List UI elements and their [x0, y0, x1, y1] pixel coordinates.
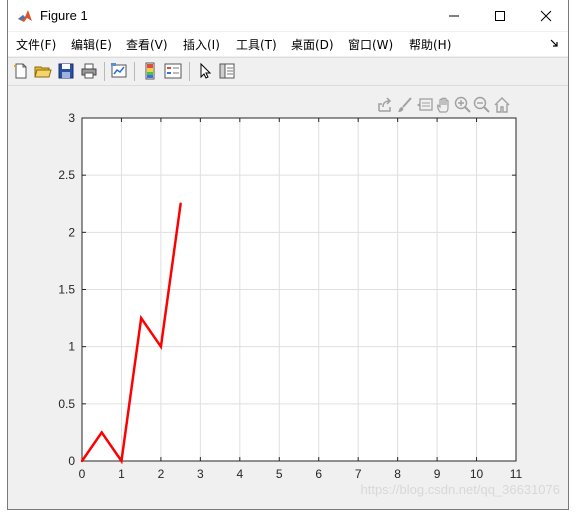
x-tick-label: 4	[236, 467, 243, 481]
maximize-button[interactable]	[477, 0, 523, 31]
data-point[interactable]	[159, 345, 163, 348]
x-tick-label: 6	[315, 467, 322, 481]
menu-desktop[interactable]: 桌面(D)	[291, 36, 334, 53]
x-tick-label: 7	[355, 467, 362, 481]
close-button[interactable]	[523, 0, 569, 31]
data-point[interactable]	[139, 316, 143, 320]
close-icon	[540, 10, 552, 21]
open-file-icon[interactable]	[34, 62, 52, 80]
x-tick-label: 5	[276, 467, 283, 481]
maximize-icon	[495, 10, 505, 21]
x-tick-label: 1	[118, 467, 125, 481]
data-point[interactable]	[80, 459, 84, 463]
title-bar[interactable]: Figure 1	[8, 0, 568, 31]
toolbar-separator	[104, 62, 105, 81]
edit-plot-icon[interactable]	[196, 62, 214, 80]
y-tick-label: 0	[68, 454, 75, 468]
property-inspector-icon[interactable]	[218, 62, 236, 80]
y-tick-label: 1.5	[58, 283, 75, 297]
menu-edit[interactable]: 编辑(E)	[71, 36, 112, 53]
x-tick-label: 9	[434, 467, 441, 481]
menu-help[interactable]: 帮助(H)	[409, 36, 451, 53]
watermark-text: https://blog.csdn.net/qq_36631076	[360, 482, 561, 497]
line-chart[interactable]: 0 1 2 3 4 5 6 7 8 9 10 11 0 0.5 1 1.5 2 2.5 3	[8, 85, 568, 509]
window-title: Figure 1	[40, 8, 88, 23]
matlab-logo-icon	[17, 8, 33, 24]
x-tick-label: 3	[197, 467, 204, 481]
toolbar-separator	[134, 62, 135, 81]
menu-tools[interactable]: 工具(T)	[236, 36, 277, 53]
menu-view[interactable]: 查看(V)	[126, 36, 168, 53]
minimize-button[interactable]	[431, 0, 477, 31]
data-point[interactable]	[179, 202, 182, 205]
y-tick-label: 1	[68, 340, 75, 354]
menu-bar: 文件(F) 编辑(E) 查看(V) 插入(I) 工具(T) 桌面(D) 窗口(W…	[8, 32, 568, 56]
x-tick-label: 11	[510, 467, 523, 481]
x-tick-label: 2	[158, 467, 165, 481]
minimize-icon	[449, 15, 459, 16]
insert-colorbar-icon[interactable]	[141, 62, 159, 80]
insert-legend-icon[interactable]	[164, 62, 182, 80]
link-plot-icon[interactable]	[110, 62, 128, 80]
figure-window: Figure 1 文件(F) 编辑(E) 查看(V) 插入(I) 工具(T) 桌…	[7, 0, 569, 510]
new-figure-icon[interactable]	[12, 62, 30, 80]
y-tick-label: 0.5	[58, 397, 75, 411]
menu-file[interactable]: 文件(F)	[16, 36, 56, 53]
y-tick-label: 2.5	[58, 168, 75, 182]
x-tick-label: 8	[394, 467, 401, 481]
print-icon[interactable]	[80, 62, 98, 80]
save-icon[interactable]	[57, 62, 75, 80]
figure-toolbar	[8, 57, 568, 86]
y-tick-label: 3	[68, 111, 75, 125]
toolbar-toggle-arrow-icon[interactable]	[550, 39, 559, 48]
x-tick-label: 10	[470, 467, 484, 481]
x-tick-label: 0	[79, 467, 86, 481]
toolbar-separator	[189, 62, 190, 81]
menu-insert[interactable]: 插入(I)	[183, 36, 220, 53]
y-tick-label: 2	[68, 225, 75, 239]
menu-window[interactable]: 窗口(W)	[348, 36, 393, 53]
figure-canvas: 0 1 2 3 4 5 6 7 8 9 10 11 0 0.5 1 1.5 2 2.5 3	[8, 85, 568, 509]
data-point[interactable]	[100, 431, 103, 434]
data-point[interactable]	[120, 459, 123, 463]
